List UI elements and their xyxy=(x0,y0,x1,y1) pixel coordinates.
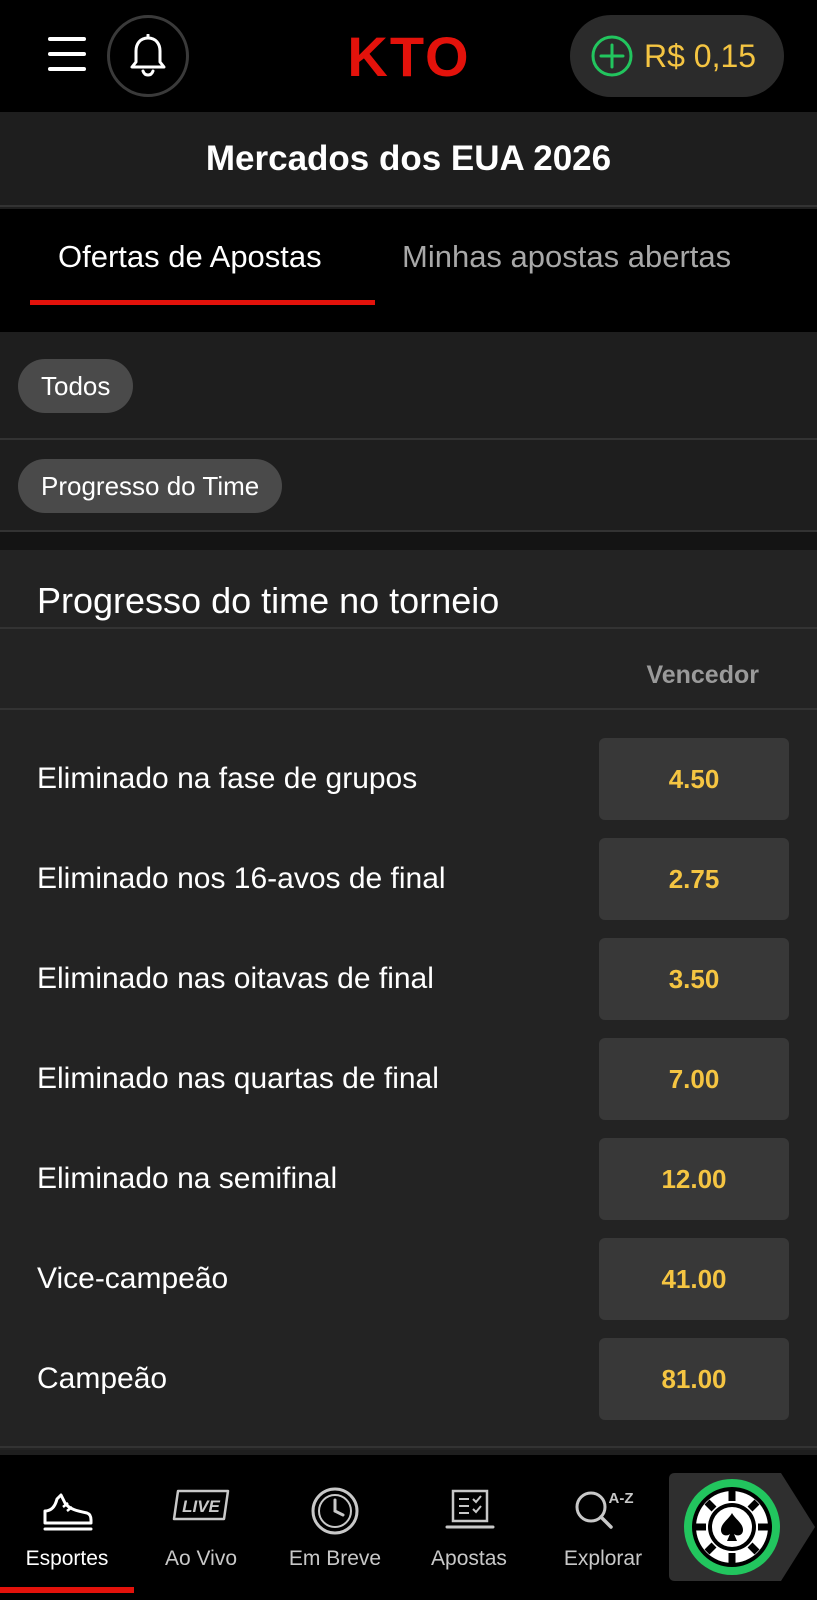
odds-button[interactable]: 41.00 xyxy=(599,1238,789,1320)
clock-icon xyxy=(311,1487,359,1535)
column-header-winner: Vencedor xyxy=(646,661,759,689)
filter-row-team-progress: Progresso do Time xyxy=(0,440,817,532)
svg-text:LIVE: LIVE xyxy=(182,1497,220,1516)
divider xyxy=(0,1446,817,1448)
svg-text:KTO: KTO xyxy=(347,30,470,82)
nav-item-explore[interactable]: A-Z Explorar xyxy=(538,1455,668,1600)
hamburger-menu-icon[interactable] xyxy=(48,37,88,71)
filter-chip-all[interactable]: Todos xyxy=(18,359,134,413)
odds-button[interactable]: 2.75 xyxy=(599,838,789,920)
page-title: Mercados dos EUA 2026 xyxy=(205,138,612,178)
market-title: Progresso do time no torneio xyxy=(37,580,500,621)
filter-row-all: Todos xyxy=(0,332,817,440)
outcome-label: Vice-campeão xyxy=(37,1262,229,1295)
odds-button[interactable]: 3.50 xyxy=(599,938,789,1020)
odds-button[interactable]: 7.00 xyxy=(599,1038,789,1120)
nav-item-sports[interactable]: Esportes xyxy=(2,1455,132,1600)
outcome-row: Eliminado nas oitavas de final 3.50 xyxy=(0,938,817,1020)
nav-item-live[interactable]: LIVE Ao Vivo xyxy=(136,1455,266,1600)
betslip-icon xyxy=(445,1489,495,1529)
nav-item-upcoming[interactable]: Em Breve xyxy=(270,1455,400,1600)
outcome-row: Campeão 81.00 xyxy=(0,1338,817,1420)
outcome-row: Vice-campeão 41.00 xyxy=(0,1238,817,1320)
outcome-row: Eliminado na fase de grupos 4.50 xyxy=(0,738,817,820)
odds-button[interactable]: 81.00 xyxy=(599,1338,789,1420)
search-az-icon: A-Z xyxy=(575,1490,634,1529)
section-gap xyxy=(0,532,817,550)
balance-amount: R$ 0,15 xyxy=(644,37,757,74)
casino-button[interactable] xyxy=(669,1473,817,1581)
market-card: Progresso do time no torneio Vencedor El… xyxy=(0,550,817,1450)
outcome-label: Eliminado nos 16-avos de final xyxy=(37,862,446,895)
top-bar: KTO R$ 0,15 xyxy=(0,0,817,112)
odds-button[interactable]: 4.50 xyxy=(599,738,789,820)
odds-button[interactable]: 12.00 xyxy=(599,1138,789,1220)
nav-label-sports: Esportes xyxy=(25,1547,109,1570)
nav-label-live: Ao Vivo xyxy=(165,1547,237,1570)
casino-chip-icon xyxy=(669,1473,815,1581)
notifications-bell-icon[interactable] xyxy=(107,15,189,97)
bottom-navigation: Esportes LIVE Ao Vivo Em Breve Apostas A… xyxy=(0,1455,817,1600)
nav-label-upcoming: Em Breve xyxy=(288,1547,382,1570)
deposit-balance-button[interactable]: R$ 0,15 xyxy=(570,15,784,97)
tab-bar: Ofertas de Apostas Minhas apostas aberta… xyxy=(0,209,817,332)
outcome-label: Eliminado nas quartas de final xyxy=(37,1062,439,1095)
tab-open-bets[interactable]: Minhas apostas abertas xyxy=(402,209,731,304)
tab-betting-offers[interactable]: Ofertas de Apostas xyxy=(58,209,322,304)
page-title-bar: Mercados dos EUA 2026 xyxy=(0,112,817,207)
nav-item-bets[interactable]: Apostas xyxy=(404,1455,534,1600)
outcome-label: Eliminado na semifinal xyxy=(37,1162,338,1195)
filter-chip-team-progress[interactable]: Progresso do Time xyxy=(18,459,283,513)
outcome-label: Campeão xyxy=(37,1362,168,1395)
outcome-label: Eliminado nas oitavas de final xyxy=(37,962,434,995)
outcome-row: Eliminado nos 16-avos de final 2.75 xyxy=(0,838,817,920)
active-nav-indicator xyxy=(0,1587,134,1593)
plus-circle-icon xyxy=(591,35,633,77)
outcome-label: Eliminado na fase de grupos xyxy=(37,762,418,795)
active-tab-indicator xyxy=(30,300,375,305)
divider xyxy=(0,708,817,710)
kto-logo[interactable]: KTO xyxy=(314,30,504,82)
sneaker-icon xyxy=(43,1493,93,1531)
outcome-row: Eliminado na semifinal 12.00 xyxy=(0,1138,817,1220)
nav-label-bets: Apostas xyxy=(431,1547,507,1570)
nav-label-explore: Explorar xyxy=(563,1547,643,1570)
svg-text:A-Z: A-Z xyxy=(609,1490,634,1507)
live-icon: LIVE xyxy=(172,1489,230,1521)
divider xyxy=(0,627,817,629)
outcome-row: Eliminado nas quartas de final 7.00 xyxy=(0,1038,817,1120)
